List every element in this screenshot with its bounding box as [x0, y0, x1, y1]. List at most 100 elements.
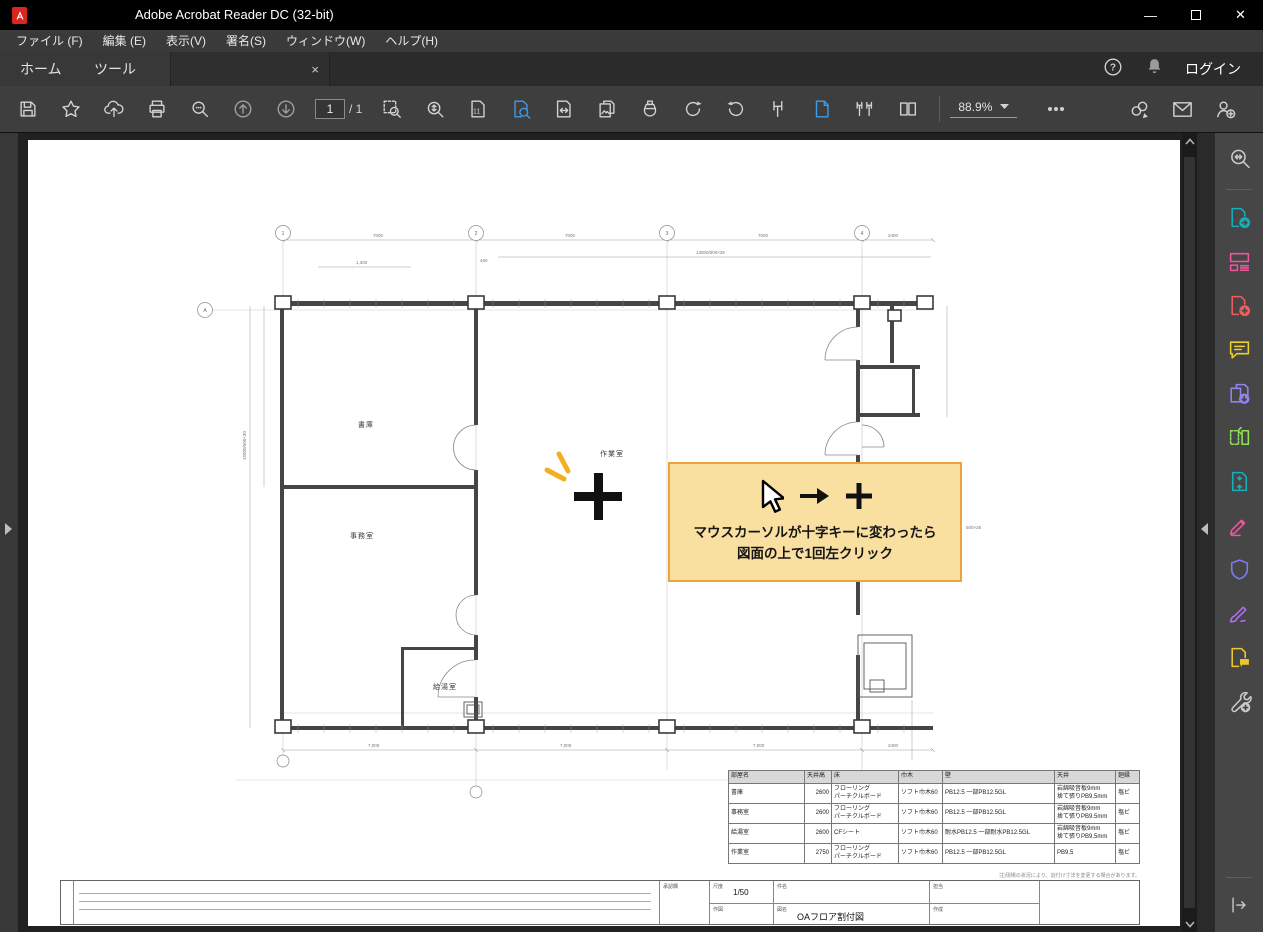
scroll-up-icon[interactable]: [1182, 133, 1197, 149]
collapse-tools-panel-icon[interactable]: [1201, 523, 1208, 535]
pdf-page[interactable]: 7000 7000 7000 2400 13000/500×26 480 1,3…: [28, 140, 1180, 926]
cell: CFシート: [831, 823, 899, 844]
expand-tools-panel-button[interactable]: [1224, 890, 1254, 920]
svg-text:7000: 7000: [758, 233, 769, 238]
edit-pdf-button[interactable]: [1224, 246, 1254, 276]
sidebar-divider: [1226, 189, 1252, 190]
menu-file[interactable]: ファイル (F): [6, 30, 93, 52]
fill-sign-button[interactable]: [1224, 510, 1254, 540]
cell: 岩綿吸音板9mm 捨て張りPB9.5mm: [1054, 783, 1116, 804]
scrollbar-thumb[interactable]: [1184, 157, 1195, 908]
date-label: 作図: [713, 907, 724, 913]
maximize-icon: [1190, 10, 1201, 20]
combine-files-button[interactable]: [1224, 378, 1254, 408]
cell: 塩ビ: [1115, 843, 1140, 864]
cell: 2600: [804, 803, 832, 824]
menu-edit[interactable]: 編集 (E): [93, 30, 156, 52]
svg-text:3: 3: [666, 231, 669, 237]
table-row: 給湯室 2600 CFシート ソフト巾木60 耐水PB12.5 一部耐水PB12…: [728, 823, 1140, 844]
print-button[interactable]: [140, 93, 173, 126]
tab-tools[interactable]: ツール: [88, 52, 142, 86]
cell: ソフト巾木60: [898, 803, 943, 824]
menu-sign[interactable]: 署名(S): [216, 30, 276, 52]
add-account-button[interactable]: [1209, 93, 1242, 126]
left-panel-strip: [0, 133, 18, 932]
page-number-input[interactable]: 1: [315, 99, 345, 119]
minimize-button[interactable]: —: [1128, 0, 1173, 30]
col-trim: 廻縁: [1115, 770, 1140, 784]
dynamic-zoom-button[interactable]: [418, 93, 451, 126]
document-canvas: 7000 7000 7000 2400 13000/500×26 480 1,3…: [18, 133, 1182, 932]
login-button[interactable]: ログイン: [1185, 59, 1241, 79]
previous-page-button[interactable]: [226, 93, 259, 126]
organize-pages-button[interactable]: [1224, 422, 1254, 452]
room-label-storage: 書庫: [358, 422, 374, 429]
chevron-down-icon: [1000, 104, 1010, 109]
col-room: 部屋名: [728, 770, 805, 784]
page-thumbnails-button[interactable]: [461, 93, 494, 126]
next-page-button[interactable]: [269, 93, 302, 126]
menu-window[interactable]: ウィンドウ(W): [276, 30, 375, 52]
select-and-zoom-button-active[interactable]: [504, 93, 537, 126]
acrobat-app-icon: [12, 7, 27, 24]
sidebar-divider: [1226, 877, 1252, 878]
zoom-level-dropdown[interactable]: 88.9%: [950, 100, 1018, 118]
open-left-panel-icon[interactable]: [5, 523, 12, 535]
two-page-scroll-button[interactable]: [848, 93, 881, 126]
favorite-star-button[interactable]: [54, 93, 87, 126]
close-tab-icon[interactable]: ×: [311, 62, 319, 77]
vertical-scrollbar[interactable]: [1182, 133, 1197, 932]
more-options-button[interactable]: [1039, 93, 1072, 126]
svg-text:1,300: 1,300: [356, 260, 368, 265]
save-button[interactable]: [11, 93, 44, 126]
rotate-clockwise-button[interactable]: [676, 93, 709, 126]
svg-text:7,000: 7,000: [753, 743, 765, 748]
comment-button[interactable]: [1224, 334, 1254, 364]
help-button[interactable]: [1102, 56, 1124, 83]
ink-signature-button[interactable]: [633, 93, 666, 126]
cell: 塩ビ: [1115, 783, 1140, 804]
search-tool-button[interactable]: [1224, 143, 1254, 173]
content-area: 7000 7000 7000 2400 13000/500×26 480 1,3…: [0, 133, 1263, 932]
rule: [79, 893, 651, 894]
tab-document[interactable]: ×: [170, 52, 330, 86]
svg-text:13000/500×26: 13000/500×26: [696, 250, 725, 255]
cell: 耐水PB12.5 一部耐水PB12.5GL: [942, 823, 1055, 844]
table-row: 作業室 2750 フローリング パーチクルボード ソフト巾木60 PB12.5 …: [728, 843, 1140, 864]
notifications-bell-icon[interactable]: [1144, 56, 1165, 82]
menu-help[interactable]: ヘルプ(H): [375, 30, 448, 52]
cell: 事務室: [728, 803, 805, 824]
cell: PB12.5 一部PB12.5GL: [942, 783, 1055, 804]
create-pdf-button[interactable]: [1224, 290, 1254, 320]
svg-text:7000: 7000: [565, 233, 576, 238]
single-page-view-button-active[interactable]: [805, 93, 838, 126]
export-pdf-button[interactable]: [1224, 202, 1254, 232]
cell: フローリング パーチクルボード: [831, 803, 899, 824]
request-signatures-button[interactable]: [1224, 642, 1254, 672]
title-block: 承認欄 尺度 1/50 作図 件名 図名 OAフロア割付図 担当 作成: [60, 880, 1140, 925]
tab-home[interactable]: ホーム: [14, 52, 68, 86]
maximize-button[interactable]: [1173, 0, 1218, 30]
more-tools-button[interactable]: [1224, 686, 1254, 716]
continuous-scroll-button[interactable]: [762, 93, 795, 126]
fit-width-button[interactable]: [547, 93, 580, 126]
two-page-view-button[interactable]: [891, 93, 924, 126]
title-bar: Adobe Acrobat Reader DC (32-bit) — ✕: [0, 0, 1263, 30]
protect-pdf-button[interactable]: [1224, 554, 1254, 584]
tab-bar: ホーム ツール × ログイン: [0, 52, 1263, 86]
scroll-down-icon[interactable]: [1182, 916, 1197, 932]
snapshot-button[interactable]: [590, 93, 623, 126]
rotate-counterclockwise-button[interactable]: [719, 93, 752, 126]
cell: 書庫: [728, 783, 805, 804]
subject-label: 件名: [777, 884, 788, 890]
marquee-zoom-button[interactable]: [375, 93, 408, 126]
rule: [79, 901, 651, 902]
email-button[interactable]: [1166, 93, 1199, 126]
share-link-button[interactable]: [1123, 93, 1156, 126]
certificates-button[interactable]: [1224, 598, 1254, 628]
share-upload-button[interactable]: [97, 93, 130, 126]
compress-pdf-button[interactable]: [1224, 466, 1254, 496]
search-button[interactable]: [183, 93, 216, 126]
close-window-button[interactable]: ✕: [1218, 0, 1263, 30]
menu-view[interactable]: 表示(V): [156, 30, 216, 52]
